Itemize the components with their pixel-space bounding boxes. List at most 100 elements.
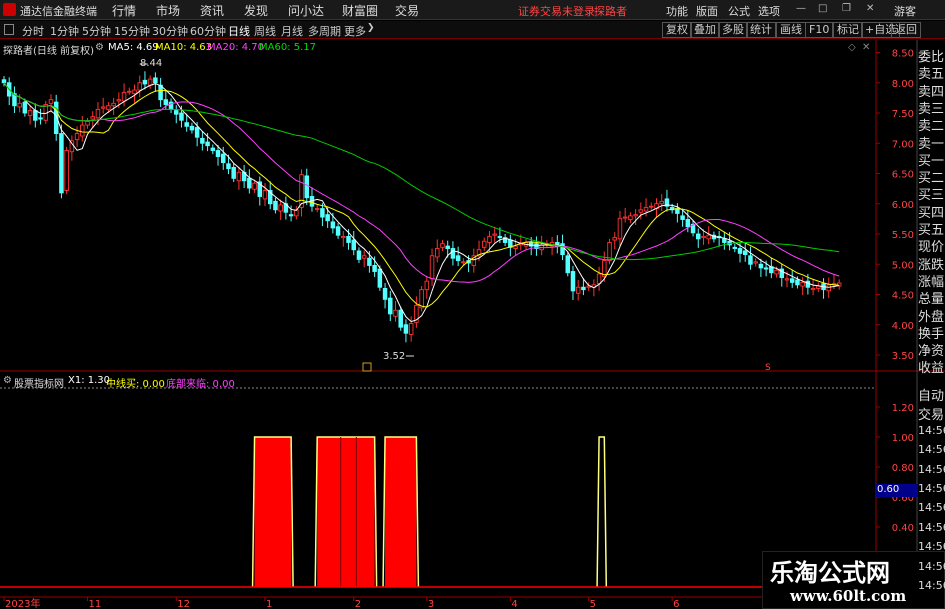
candle-body: [288, 214, 294, 217]
candle-body: [95, 108, 101, 119]
diamond-icon[interactable]: ◇: [848, 42, 856, 53]
tab-more[interactable]: 更多: [344, 23, 366, 39]
side-item: 卖三: [918, 101, 945, 117]
price-tick-label: 5.00: [892, 260, 914, 271]
panel-toggle-icon[interactable]: [4, 24, 14, 35]
adjust-price-button[interactable]: 复权: [662, 22, 692, 38]
menu-discover[interactable]: 发现: [244, 2, 268, 19]
close-icon[interactable]: ✕: [866, 3, 874, 14]
candle-body: [210, 147, 216, 151]
maximize-icon[interactable]: □: [818, 3, 827, 14]
tab-weekly[interactable]: 周线: [254, 23, 276, 39]
mark-button[interactable]: 标记: [833, 22, 863, 38]
menu-trade[interactable]: 交易: [395, 2, 419, 19]
side-item: 涨跌: [918, 257, 945, 273]
side-item: 买二: [918, 171, 945, 187]
candle-body: [408, 323, 414, 335]
menu-market[interactable]: 市场: [156, 2, 180, 19]
menu-ask-xiaoda[interactable]: 问小达: [288, 2, 324, 19]
candle-body: [184, 122, 189, 127]
candle-body: [638, 209, 644, 213]
tab-1min[interactable]: 1分钟: [50, 23, 79, 39]
side-item: 外盘: [918, 309, 945, 325]
candle-body: [737, 248, 743, 254]
tab-30min[interactable]: 30分钟: [152, 23, 188, 39]
bottom-coming-bar: [254, 437, 292, 587]
candle-body: [497, 235, 503, 239]
candle-body: [194, 127, 200, 138]
candle-body: [179, 112, 184, 121]
side-trade-item: 14:56: [918, 540, 945, 554]
candle-body: [231, 166, 236, 179]
side-trade-item: 14:56: [918, 501, 945, 515]
overlay-button[interactable]: 叠加: [690, 22, 720, 38]
tab-daily[interactable]: 日线: [228, 23, 250, 39]
side-trade-item: 14:56: [918, 482, 945, 495]
f10-button[interactable]: F10: [805, 22, 834, 38]
candle-body: [320, 208, 325, 218]
candle-body: [27, 110, 33, 116]
menu-news[interactable]: 资讯: [200, 2, 224, 19]
time-tick-label: 12: [177, 599, 190, 609]
back-button[interactable]: 返回: [891, 22, 921, 38]
side-item: 买五: [918, 223, 945, 238]
indicator-tick-label: 0.40: [892, 523, 914, 534]
minimize-icon[interactable]: —: [796, 3, 806, 14]
candle-body: [278, 204, 283, 212]
ma10-label: MA10: 4.63: [155, 42, 213, 53]
candle-body: [680, 215, 685, 220]
tab-5min[interactable]: 5分钟: [82, 23, 111, 39]
time-tick-label: 1: [266, 599, 272, 609]
chevron-right-icon[interactable]: ❯: [367, 23, 375, 33]
candle-body: [220, 153, 226, 164]
watermark-url: www.60lt.com: [790, 587, 907, 605]
chart-area[interactable]: 3.50 4.00 4.50 5.00 5.50 6.00 6.50 7.00 7.50 8.00…: [0, 40, 945, 609]
candle-body: [153, 77, 158, 84]
tab-multi-period[interactable]: 多周期: [308, 23, 341, 39]
candle-body: [189, 125, 195, 131]
menu-wealth-circle[interactable]: 财富圈: [342, 2, 378, 19]
candle-body: [377, 268, 383, 288]
menu-formula[interactable]: 公式: [728, 3, 750, 19]
candle-body: [132, 89, 137, 95]
close-panel-icon[interactable]: ✕: [862, 42, 870, 53]
tab-intraday[interactable]: 分时: [22, 23, 44, 39]
candle-body: [205, 141, 210, 147]
menu-functions[interactable]: 功能: [666, 3, 688, 19]
indicator-gear-icon[interactable]: ⚙: [3, 375, 12, 386]
menu-options[interactable]: 选项: [758, 3, 780, 19]
candle-body: [304, 175, 310, 199]
multi-stock-button[interactable]: 多股: [718, 22, 748, 38]
menu-layout[interactable]: 版面: [696, 3, 718, 19]
tab-60min[interactable]: 60分钟: [190, 23, 226, 39]
side-trade-item: 14:56: [918, 443, 945, 457]
side-item: 委比: [918, 50, 945, 65]
candle-body: [758, 263, 764, 269]
settings-gear-icon[interactable]: ⚙: [95, 42, 104, 53]
candle-body: [732, 246, 738, 249]
candle-body: [1, 79, 7, 84]
candle-body: [826, 284, 832, 292]
tab-15min[interactable]: 15分钟: [114, 23, 150, 39]
side-item: 买三: [918, 188, 945, 204]
time-tick-label: 3: [428, 599, 434, 609]
guest-label[interactable]: 游客: [894, 3, 916, 19]
draw-line-button[interactable]: 画线: [776, 22, 806, 38]
side-item: 买一: [918, 153, 945, 169]
candle-body: [121, 91, 127, 102]
time-tick-label: 11: [89, 599, 102, 609]
menu-market-quotes[interactable]: 行情: [112, 2, 136, 19]
candle-body: [622, 216, 628, 219]
tab-monthly[interactable]: 月线: [281, 23, 303, 39]
statistics-button[interactable]: 统计: [746, 22, 776, 38]
cursor-value-badge: 0.60: [876, 484, 918, 497]
candle-body: [111, 102, 116, 107]
event-marker-icon: [362, 362, 372, 372]
ma20-line: [3, 82, 840, 283]
side-item: 卖五: [918, 67, 945, 83]
candle-body: [633, 214, 638, 217]
restore-icon[interactable]: ❐: [842, 3, 851, 14]
login-status[interactable]: 证券交易未登录: [518, 3, 595, 19]
candle-body: [215, 150, 221, 158]
candle-body: [513, 245, 518, 249]
